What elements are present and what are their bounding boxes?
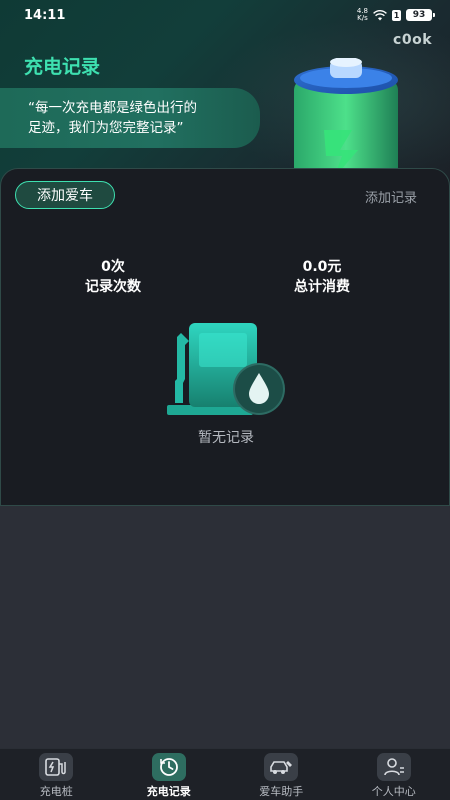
slogan-line-2: 足迹，我们为您完整记录” <box>28 120 184 136</box>
empty-fuel-station-icon <box>167 323 285 415</box>
network-speed: 4.8 K/s <box>356 7 368 22</box>
wifi-icon <box>373 9 387 20</box>
tab-profile[interactable]: 个人中心 <box>338 749 450 800</box>
bottom-tab-bar: 充电桩 充电记录 爱车助手 个人中心 <box>0 748 450 800</box>
tab-car-assistant[interactable]: 爱车助手 <box>225 749 338 800</box>
battery-icon: 93 <box>406 9 435 21</box>
tab-charging-pile[interactable]: 充电桩 <box>0 749 113 800</box>
total-spend-value: 0.0元 <box>302 259 342 275</box>
status-bar: 14:11 4.8 K/s 1 93 <box>0 0 450 30</box>
record-count-stat: 0次 记录次数 <box>53 257 173 297</box>
brand-mark: c0ok <box>393 32 432 48</box>
page-title: 充电记录 <box>24 56 101 78</box>
tab-label: 充电桩 <box>39 785 73 798</box>
status-time: 14:11 <box>24 7 66 23</box>
total-spend-label: 总计消费 <box>294 279 350 295</box>
tab-charging-records[interactable]: 充电记录 <box>113 749 226 800</box>
sim-icon: 1 <box>392 9 401 21</box>
tab-label: 充电记录 <box>146 785 191 798</box>
total-spend-stat: 0.0元 总计消费 <box>262 257 382 297</box>
history-icon <box>151 753 186 781</box>
tab-label: 爱车助手 <box>259 785 304 798</box>
record-count-value: 0次 <box>101 259 125 275</box>
slogan-quote: “每一次充电都是绿色出行的 足迹，我们为您完整记录” <box>0 88 260 148</box>
add-record-link[interactable]: 添加记录 <box>365 187 417 206</box>
charging-pile-icon <box>39 753 74 781</box>
tab-label: 个人中心 <box>371 785 416 798</box>
car-wrench-icon <box>264 753 299 781</box>
record-count-label: 记录次数 <box>85 279 141 295</box>
status-icons: 4.8 K/s 1 93 <box>356 7 435 22</box>
user-icon <box>376 753 411 781</box>
records-card: 添加爱车 添加记录 0次 记录次数 0.0元 总计消费 暂无记录 <box>0 168 450 506</box>
slogan-line-1: “每一次充电都是绿色出行的 <box>28 100 197 116</box>
add-car-button[interactable]: 添加爱车 <box>15 181 115 209</box>
empty-state-text: 暂无记录 <box>198 430 254 446</box>
